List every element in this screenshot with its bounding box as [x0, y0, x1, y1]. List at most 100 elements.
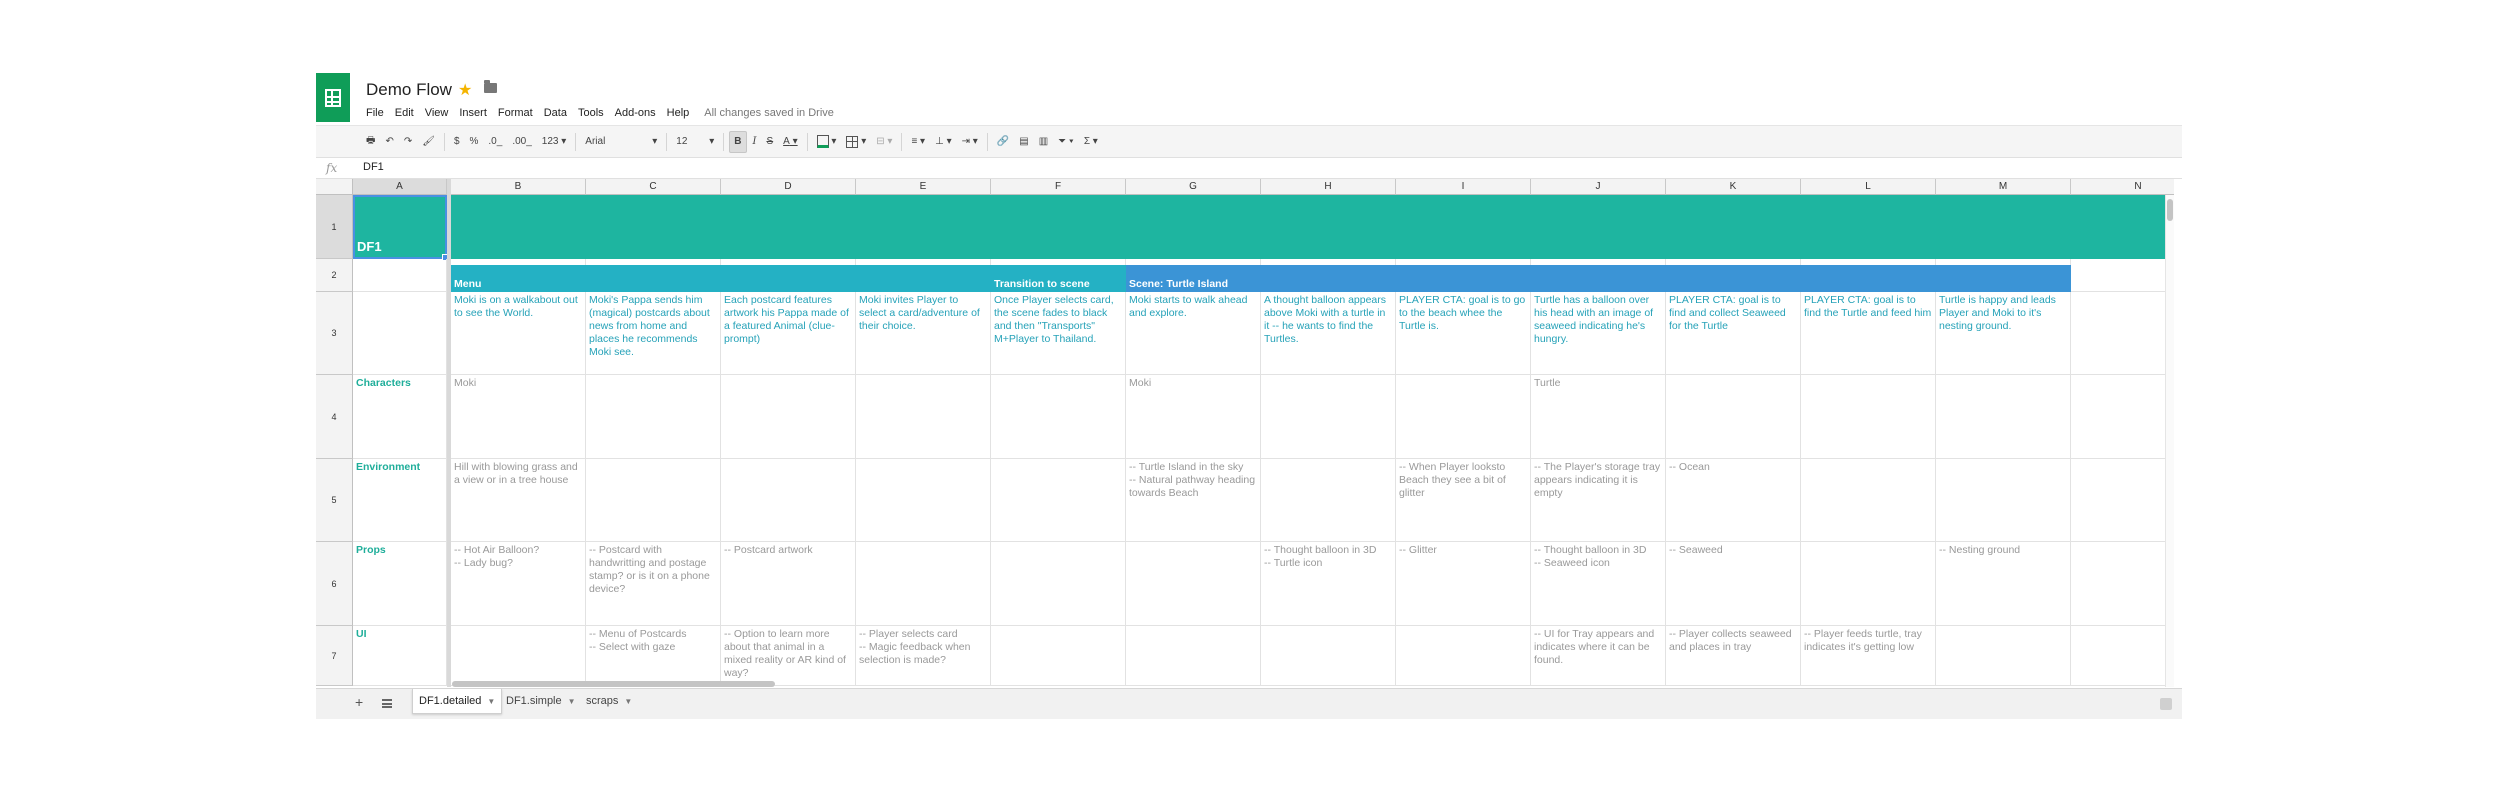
sheet-tab-df1-detailed[interactable]: DF1.detailed ▼	[412, 689, 503, 714]
cell-h7[interactable]	[1261, 626, 1396, 686]
column-header-b[interactable]: B	[451, 179, 586, 195]
column-header-k[interactable]: K	[1666, 179, 1801, 195]
sheet-tab-scraps[interactable]: scraps ▼	[580, 689, 638, 713]
currency-button[interactable]: $	[450, 132, 464, 152]
cell-f3[interactable]: Once Player selects card, the scene fade…	[991, 292, 1126, 375]
italic-button[interactable]: I	[749, 132, 761, 152]
section-menu[interactable]: Menu	[451, 265, 991, 292]
cell-b5[interactable]: Hill with blowing grass and a view or in…	[451, 459, 586, 542]
insert-chart-icon[interactable]: ▥	[1035, 132, 1052, 152]
menu-insert[interactable]: Insert	[459, 107, 487, 119]
row-header-5[interactable]: 5	[316, 459, 353, 542]
save-status[interactable]: All changes saved in Drive	[704, 107, 834, 119]
menu-view[interactable]: View	[425, 107, 449, 119]
insert-comment-icon[interactable]: ▤	[1015, 132, 1032, 152]
column-header-i[interactable]: I	[1396, 179, 1531, 195]
cell-g7[interactable]	[1126, 626, 1261, 686]
cell-k5[interactable]: -- Ocean	[1666, 459, 1801, 542]
sheets-logo-icon[interactable]	[316, 73, 350, 122]
cell-e4[interactable]	[856, 375, 991, 459]
cell-a4[interactable]: Characters	[353, 375, 447, 459]
cell-g6[interactable]	[1126, 542, 1261, 626]
cell-l3[interactable]: PLAYER CTA: goal is to find the Turtle a…	[1801, 292, 1936, 375]
cell-e6[interactable]	[856, 542, 991, 626]
cell-d3[interactable]: Each postcard features artwork his Pappa…	[721, 292, 856, 375]
cell-a1-selection[interactable]	[353, 195, 449, 261]
text-wrap-icon[interactable]: ⇥ ▾	[958, 132, 982, 152]
cell-m4[interactable]	[1936, 375, 2071, 459]
cell-d5[interactable]	[721, 459, 856, 542]
cell-n3[interactable]	[2071, 292, 2174, 375]
cell-h6[interactable]: -- Thought balloon in 3D -- Turtle icon	[1261, 542, 1396, 626]
row-header-7[interactable]: 7	[316, 626, 353, 686]
menu-format[interactable]: Format	[498, 107, 533, 119]
cell-i7[interactable]	[1396, 626, 1531, 686]
cell-a3[interactable]	[353, 292, 447, 375]
star-icon[interactable]: ★	[458, 80, 472, 100]
decrease-decimal-button[interactable]: .0_	[484, 132, 506, 152]
cell-e5[interactable]	[856, 459, 991, 542]
chevron-down-icon[interactable]: ▼	[624, 697, 632, 706]
cell-i5[interactable]: -- When Player looksto Beach they see a …	[1396, 459, 1531, 542]
paint-format-icon[interactable]: 🖌	[418, 132, 439, 152]
select-all-corner[interactable]	[316, 179, 353, 195]
filter-icon[interactable]: ⏷ ▾	[1054, 132, 1078, 152]
all-sheets-icon[interactable]	[382, 699, 392, 708]
folder-icon[interactable]	[484, 80, 497, 93]
formula-input[interactable]: DF1	[363, 161, 384, 173]
cell-l4[interactable]	[1801, 375, 1936, 459]
cell-c6[interactable]: -- Postcard with handwritting and postag…	[586, 542, 721, 626]
cell-d7[interactable]: -- Option to learn more about that anima…	[721, 626, 856, 686]
cell-j4[interactable]: Turtle	[1531, 375, 1666, 459]
menu-data[interactable]: Data	[544, 107, 567, 119]
document-title[interactable]: Demo Flow	[366, 80, 452, 100]
column-header-h[interactable]: H	[1261, 179, 1396, 195]
cell-i6[interactable]: -- Glitter	[1396, 542, 1531, 626]
redo-icon[interactable]: ↷	[400, 132, 416, 152]
functions-icon[interactable]: Σ ▾	[1080, 132, 1102, 152]
percent-button[interactable]: %	[466, 132, 483, 152]
menu-file[interactable]: File	[366, 107, 384, 119]
cell-a7[interactable]: UI	[353, 626, 447, 686]
cell-k6[interactable]: -- Seaweed	[1666, 542, 1801, 626]
cell-m7[interactable]	[1936, 626, 2071, 686]
insert-link-icon[interactable]: 🔗	[993, 132, 1013, 152]
vertical-align-icon[interactable]: ⊥ ▾	[931, 132, 956, 152]
cell-a5[interactable]: Environment	[353, 459, 447, 542]
section-scene[interactable]: Scene: Turtle Island	[1126, 265, 2071, 292]
vertical-scrollbar[interactable]	[2165, 195, 2174, 687]
merge-cells-icon[interactable]: ⊟ ▾	[872, 132, 896, 152]
vertical-scroll-thumb[interactable]	[2167, 199, 2173, 221]
cell-j3[interactable]: Turtle has a balloon over his head with …	[1531, 292, 1666, 375]
column-header-n[interactable]: N	[2071, 179, 2174, 195]
cell-i3[interactable]: PLAYER CTA: goal is to go to the beach w…	[1396, 292, 1531, 375]
explore-icon[interactable]	[2160, 698, 2172, 710]
cell-k3[interactable]: PLAYER CTA: goal is to find and collect …	[1666, 292, 1801, 375]
cell-b7[interactable]	[451, 626, 586, 686]
column-header-m[interactable]: M	[1936, 179, 2071, 195]
cell-c7[interactable]: -- Menu of Postcards -- Select with gaze	[586, 626, 721, 686]
row-header-2[interactable]: 2	[316, 259, 353, 292]
cell-d6[interactable]: -- Postcard artwork	[721, 542, 856, 626]
cell-h3[interactable]: A thought balloon appears above Moki wit…	[1261, 292, 1396, 375]
cell-b3[interactable]: Moki is on a walkabout out to see the Wo…	[451, 292, 586, 375]
text-color-button[interactable]: A ▾	[779, 132, 801, 152]
cell-h4[interactable]	[1261, 375, 1396, 459]
more-formats-button[interactable]: 123 ▾	[538, 132, 571, 152]
increase-decimal-button[interactable]: .00_	[508, 132, 535, 152]
cell-i4[interactable]	[1396, 375, 1531, 459]
borders-icon[interactable]: ▾	[842, 132, 870, 152]
cell-f5[interactable]	[991, 459, 1126, 542]
cell-k4[interactable]	[1666, 375, 1801, 459]
row-header-3[interactable]: 3	[316, 292, 353, 375]
horizontal-align-icon[interactable]: ≡ ▾	[907, 132, 929, 152]
column-header-f[interactable]: F	[991, 179, 1126, 195]
font-family-select[interactable]: Arial ▾	[581, 132, 661, 152]
add-sheet-icon[interactable]: +	[355, 694, 363, 710]
chevron-down-icon[interactable]: ▼	[568, 697, 576, 706]
column-header-j[interactable]: J	[1531, 179, 1666, 195]
cell-f6[interactable]	[991, 542, 1126, 626]
column-header-g[interactable]: G	[1126, 179, 1261, 195]
cell-n6[interactable]	[2071, 542, 2174, 626]
cell-n2[interactable]	[2071, 259, 2174, 292]
